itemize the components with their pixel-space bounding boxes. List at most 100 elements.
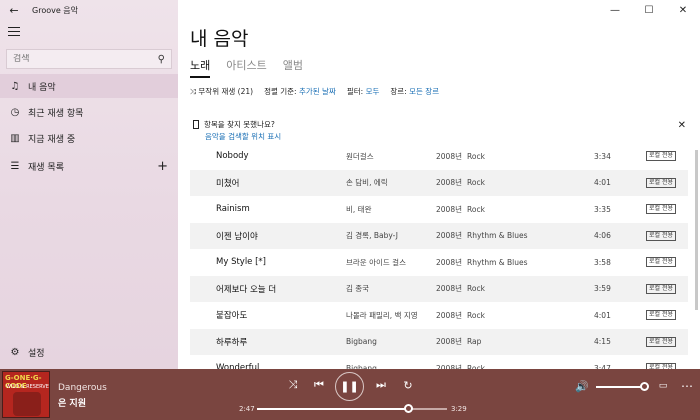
sidebar-item-label: 지금 재생 중: [28, 134, 76, 145]
table-row[interactable]: 이젠 남이야 김 경록, Baby-J 2008년 Rhythm & Blues 4:0…: [190, 222, 688, 249]
table-row[interactable]: Wonderful Bigbang 2008년 Rock 3:47 로컬 전용: [190, 355, 688, 369]
notice-link[interactable]: 음악을 검색할 위치 표시: [205, 131, 281, 142]
sidebar-item-settings[interactable]: ⚙ 설정: [0, 340, 178, 364]
table-row[interactable]: 어제보다 오늘 더 김 종국 2008년 Rock 3:59 로컬 전용: [190, 275, 688, 302]
song-genre: Rock: [467, 151, 485, 161]
song-duration: 3:59: [594, 284, 611, 293]
genre-value[interactable]: 모든 장르: [409, 87, 439, 96]
pause-button[interactable]: ❚❚: [335, 372, 364, 401]
local-only-badge: 로컬 전용: [646, 310, 676, 320]
song-year: 2008년: [436, 231, 462, 240]
minimize-icon[interactable]: —: [598, 0, 632, 20]
local-only-badge: 로컬 전용: [646, 151, 676, 161]
back-button[interactable]: ←: [0, 0, 28, 20]
table-row[interactable]: 미쳤어 손 담비, 에릭 2008년 Rock 4:01 로컬 전용: [190, 169, 688, 196]
table-row[interactable]: Rainism 비, 태완 2008년 Rock 3:35 로컬 전용: [190, 196, 688, 222]
filter-control[interactable]: 필터: 모두: [347, 86, 380, 97]
song-title: 붙잡아도: [216, 311, 248, 321]
sort-control[interactable]: 정렬 기준: 추가된 날짜: [264, 86, 336, 97]
search-icon[interactable]: ⚲: [158, 54, 165, 65]
player-bar: G-ONE·G-CODE WILD & RESERVE Dangerous 은 …: [0, 369, 700, 420]
song-year: 2008년: [436, 257, 462, 267]
song-year: 2008년: [436, 310, 462, 320]
genre-label: 장르:: [390, 87, 407, 96]
maximize-icon[interactable]: ☐: [632, 0, 666, 20]
seek-handle[interactable]: [404, 404, 413, 413]
search-box[interactable]: ⚲: [6, 49, 172, 69]
gear-icon: ⚙: [10, 346, 20, 358]
song-genre: Rock: [467, 204, 485, 214]
add-playlist-icon[interactable]: +: [157, 159, 168, 174]
volume-slider[interactable]: [596, 386, 646, 388]
song-artist: 나몰라 패밀리, 백 지영: [346, 310, 418, 320]
song-year: 2008년: [436, 151, 462, 161]
local-only-badge: 로컬 전용: [646, 283, 676, 294]
album-art[interactable]: G-ONE·G-CODE WILD & RESERVE: [2, 371, 50, 418]
song-duration: 4:15: [594, 337, 611, 346]
tab-songs[interactable]: 노래: [190, 57, 211, 78]
volume-icon[interactable]: 🔊: [575, 379, 589, 393]
volume-handle[interactable]: [640, 382, 649, 391]
table-row[interactable]: Nobody 원더걸스 2008년 Rock 3:34 로컬 전용: [190, 150, 688, 169]
song-artist: Bigbang: [346, 337, 377, 346]
song-artist: 김 종국: [346, 284, 370, 293]
sidebar-item-label: 재생 목록: [28, 162, 64, 173]
song-duration: 3:58: [594, 257, 611, 267]
filter-value[interactable]: 모두: [366, 87, 380, 96]
now-playing-title[interactable]: Dangerous: [58, 383, 107, 393]
song-duration: 4:01: [594, 310, 611, 320]
local-only-badge: 로컬 전용: [646, 177, 676, 188]
now-playing-icon: ▥: [10, 132, 20, 144]
sidebar-item-playlists[interactable]: ☰ 재생 목록 +: [0, 154, 178, 178]
seek-bar[interactable]: [257, 404, 447, 413]
scrollbar[interactable]: [695, 150, 698, 310]
song-title: Nobody: [216, 151, 249, 161]
table-row[interactable]: 하루하루 Bigbang 2008년 Rap 4:15 로컬 전용: [190, 328, 688, 355]
song-title: 하루하루: [216, 337, 248, 348]
next-icon[interactable]: ⏭: [374, 378, 388, 392]
hamburger-menu-icon[interactable]: [8, 27, 20, 37]
total-time: 3:29: [451, 405, 467, 413]
local-only-badge: 로컬 전용: [646, 204, 676, 214]
groove-window: ← Groove 음악 ⚲ ♫ 내 음악 ◷ 최근 재생 항목 ▥ 지금 재생 …: [0, 0, 700, 420]
table-row[interactable]: 붙잡아도 나몰라 패밀리, 백 지영 2008년 Rock 4:01 로컬 전용: [190, 302, 688, 328]
now-playing-artist[interactable]: 은 지원: [58, 396, 86, 409]
song-duration: 3:34: [594, 151, 611, 161]
sidebar-item-label: 설정: [28, 348, 45, 359]
playlist-icon: ☰: [10, 160, 20, 172]
close-icon[interactable]: ✕: [678, 120, 686, 131]
tab-artists[interactable]: 아티스트: [226, 57, 266, 78]
shuffle-icon[interactable]: ⤨: [286, 378, 300, 392]
close-icon[interactable]: ✕: [666, 0, 700, 20]
song-artist: 비, 태완: [346, 204, 372, 214]
toolbar: ⤨ 무작위 재생 (21) 정렬 기준: 추가된 날짜 필터: 모두 장르: 모…: [190, 86, 450, 97]
song-title: My Style [*]: [216, 257, 266, 267]
local-only-badge: 로컬 전용: [646, 257, 676, 267]
song-duration: 4:01: [594, 178, 611, 187]
more-icon[interactable]: ⋯: [680, 379, 694, 393]
window-controls: — ☐ ✕: [598, 0, 700, 20]
sort-value[interactable]: 추가된 날짜: [299, 87, 336, 96]
song-list: Nobody 원더걸스 2008년 Rock 3:34 로컬 전용 미쳤어 손 담비, 에릭 2…: [190, 150, 688, 369]
search-input[interactable]: [13, 54, 143, 64]
mini-player-icon[interactable]: ▭: [656, 379, 670, 393]
local-only-badge: 로컬 전용: [646, 336, 676, 347]
tab-albums[interactable]: 앨범: [283, 57, 303, 78]
table-row[interactable]: My Style [*] 브라운 아이드 걸스 2008년 Rhythm & Blue…: [190, 249, 688, 275]
repeat-icon[interactable]: ↻: [401, 378, 415, 392]
shuffle-icon: ⤨: [190, 87, 196, 96]
sidebar-item-now-playing[interactable]: ▥ 지금 재생 중: [0, 126, 178, 150]
song-title: 미쳤어: [216, 178, 240, 189]
previous-icon[interactable]: ⏮: [312, 378, 326, 392]
shuffle-button[interactable]: ⤨ 무작위 재생 (21): [190, 86, 253, 97]
notice-title: 항목을 찾지 못했나요?: [193, 119, 275, 130]
sidebar-item-recent[interactable]: ◷ 최근 재생 항목: [0, 100, 178, 124]
page-title: 내 음악: [190, 28, 249, 50]
genre-control[interactable]: 장르: 모든 장르: [390, 86, 439, 97]
sidebar-item-my-music[interactable]: ♫ 내 음악: [0, 74, 178, 98]
elapsed-time: 2:47: [239, 405, 255, 413]
song-genre: Rock: [467, 178, 485, 187]
song-year: 2008년: [436, 337, 462, 346]
song-title: Rainism: [216, 204, 250, 214]
song-genre: Rock: [467, 310, 485, 320]
